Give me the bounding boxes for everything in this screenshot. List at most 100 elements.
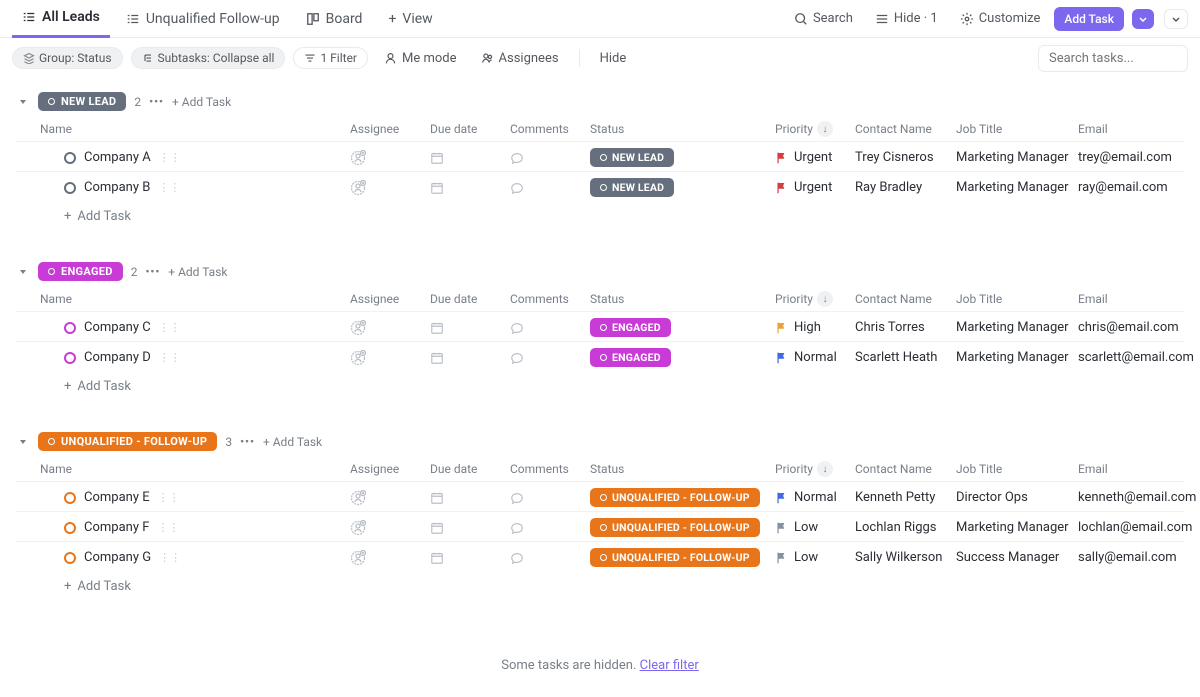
col-due-date[interactable]: Due date [430, 122, 510, 136]
task-name[interactable]: Company E [84, 490, 150, 505]
col-job-title[interactable]: Job Title [956, 462, 1078, 476]
status-ring-icon[interactable] [64, 522, 76, 534]
me-mode-button[interactable]: Me mode [376, 47, 465, 70]
contact-cell[interactable]: Scarlett Heath [855, 350, 956, 365]
due-date-cell[interactable] [430, 491, 510, 505]
filter-pill[interactable]: 1 Filter [293, 47, 368, 69]
col-priority[interactable]: Priority ↓ [775, 121, 855, 137]
assignees-button[interactable]: Assignees [473, 47, 567, 70]
col-name[interactable]: Name [40, 292, 350, 306]
job-title-cell[interactable]: Marketing Manager [956, 520, 1078, 535]
priority-cell[interactable]: Urgent [775, 150, 855, 165]
collapse-toggle[interactable] [16, 97, 30, 107]
assignee-cell[interactable] [350, 550, 430, 566]
job-title-cell[interactable]: Marketing Manager [956, 150, 1078, 165]
col-assignee[interactable]: Assignee [350, 292, 430, 306]
contact-cell[interactable]: Ray Bradley [855, 180, 956, 195]
group-more-menu[interactable]: ••• [240, 435, 255, 448]
drag-handle-icon[interactable]: ⋮⋮ [159, 151, 181, 164]
col-contact-name[interactable]: Contact Name [855, 462, 956, 476]
collapse-toggle[interactable] [16, 437, 30, 447]
job-title-cell[interactable]: Marketing Manager [956, 350, 1078, 365]
task-row[interactable]: Company D⋮⋮ENGAGEDNormalScarlett HeathMa… [16, 341, 1184, 371]
contact-cell[interactable]: Sally Wilkerson [855, 550, 956, 565]
comments-cell[interactable] [510, 351, 590, 365]
assignee-cell[interactable] [350, 150, 430, 166]
drag-handle-icon[interactable]: ⋮⋮ [158, 491, 180, 504]
comments-cell[interactable] [510, 181, 590, 195]
email-cell[interactable]: sally@email.com [1078, 550, 1200, 565]
due-date-cell[interactable] [430, 351, 510, 365]
comments-cell[interactable] [510, 491, 590, 505]
status-ring-icon[interactable] [64, 182, 76, 194]
task-row[interactable]: Company B⋮⋮NEW LEADUrgentRay BradleyMark… [16, 171, 1184, 201]
col-comments[interactable]: Comments [510, 292, 590, 306]
status-cell[interactable]: ENGAGED [590, 318, 775, 337]
task-row[interactable]: Company E ⋮⋮ UNQUALIFIED - FOLLOW-UPNormal… [16, 481, 1184, 511]
col-email[interactable]: Email [1078, 122, 1200, 136]
task-name[interactable]: Company F [84, 520, 149, 535]
email-cell[interactable]: ray@email.com [1078, 180, 1200, 195]
tab-unqualified[interactable]: Unqualified Follow-up [116, 0, 290, 38]
col-status[interactable]: Status [590, 462, 775, 476]
group-more-menu[interactable]: ••• [149, 95, 164, 108]
priority-cell[interactable]: Low [775, 550, 855, 565]
tab-view-add[interactable]: + View [378, 0, 442, 38]
assignee-cell[interactable] [350, 490, 430, 506]
due-date-cell[interactable] [430, 151, 510, 165]
col-email[interactable]: Email [1078, 292, 1200, 306]
priority-cell[interactable]: Normal [775, 490, 855, 505]
search-button[interactable]: Search [786, 7, 861, 30]
assignee-cell[interactable] [350, 350, 430, 366]
contact-cell[interactable]: Lochlan Riggs [855, 520, 956, 535]
col-assignee[interactable]: Assignee [350, 122, 430, 136]
col-comments[interactable]: Comments [510, 122, 590, 136]
group-status-chip[interactable]: NEW LEAD [38, 92, 126, 111]
comments-cell[interactable] [510, 521, 590, 535]
add-task-row[interactable]: + Add Task [16, 201, 1184, 232]
status-cell[interactable]: UNQUALIFIED - FOLLOW-UP [590, 488, 775, 507]
priority-cell[interactable]: Low [775, 520, 855, 535]
customize-button[interactable]: Customize [952, 7, 1049, 30]
hide-text-button[interactable]: Hide [592, 47, 635, 70]
col-status[interactable]: Status [590, 122, 775, 136]
clear-filter-link[interactable]: Clear filter [640, 658, 699, 673]
job-title-cell[interactable]: Director Ops [956, 490, 1078, 505]
group-add-task[interactable]: + Add Task [172, 95, 231, 109]
more-menu-button[interactable] [1164, 9, 1188, 29]
col-contact-name[interactable]: Contact Name [855, 292, 956, 306]
task-name[interactable]: Company D [84, 350, 151, 365]
email-cell[interactable]: scarlett@email.com [1078, 350, 1200, 365]
task-row[interactable]: Company C⋮⋮ENGAGEDHighChris TorresMarket… [16, 311, 1184, 341]
contact-cell[interactable]: Trey Cisneros [855, 150, 956, 165]
due-date-cell[interactable] [430, 321, 510, 335]
comments-cell[interactable] [510, 321, 590, 335]
add-task-dropdown[interactable] [1132, 9, 1154, 29]
task-row[interactable]: Company G⋮⋮UNQUALIFIED - FOLLOW-UPLowSal… [16, 541, 1184, 571]
group-status-chip[interactable]: UNQUALIFIED - FOLLOW-UP [38, 432, 217, 451]
drag-handle-icon[interactable]: ⋮⋮ [159, 351, 181, 364]
assignee-cell[interactable] [350, 320, 430, 336]
col-comments[interactable]: Comments [510, 462, 590, 476]
tab-all-leads[interactable]: All Leads [12, 0, 110, 38]
status-ring-icon[interactable] [64, 492, 76, 504]
drag-handle-icon[interactable]: ⋮⋮ [159, 321, 181, 334]
status-ring-icon[interactable] [64, 152, 76, 164]
job-title-cell[interactable]: Marketing Manager [956, 180, 1078, 195]
email-cell[interactable]: kenneth@email.com [1078, 490, 1200, 505]
col-priority[interactable]: Priority ↓ [775, 291, 855, 307]
comments-cell[interactable] [510, 151, 590, 165]
add-task-row[interactable]: + Add Task [16, 571, 1184, 602]
collapse-toggle[interactable] [16, 267, 30, 277]
group-more-menu[interactable]: ••• [145, 265, 160, 278]
email-cell[interactable]: lochlan@email.com [1078, 520, 1200, 535]
priority-cell[interactable]: Urgent [775, 180, 855, 195]
task-name[interactable]: Company C [84, 320, 151, 335]
status-cell[interactable]: UNQUALIFIED - FOLLOW-UP [590, 518, 775, 537]
add-task-row[interactable]: + Add Task [16, 371, 1184, 402]
status-cell[interactable]: NEW LEAD [590, 148, 775, 167]
task-name[interactable]: Company B [84, 180, 150, 195]
drag-handle-icon[interactable]: ⋮⋮ [158, 181, 180, 194]
col-email[interactable]: Email [1078, 462, 1200, 476]
assignee-cell[interactable] [350, 520, 430, 536]
